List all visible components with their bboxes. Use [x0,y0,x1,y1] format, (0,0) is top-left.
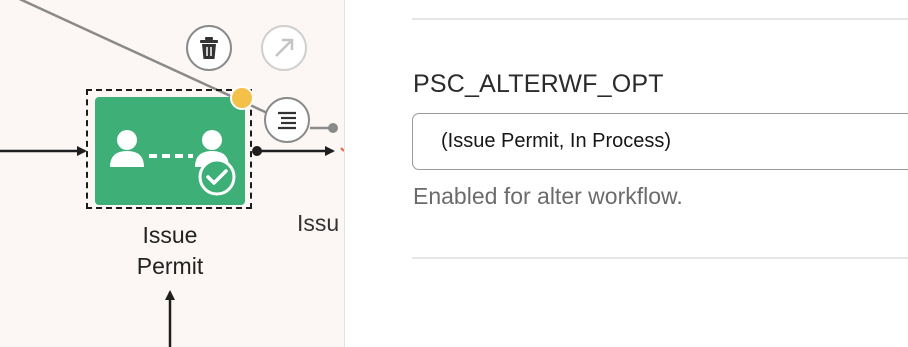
node-label-next: Issu [297,210,340,236]
list-icon [278,111,296,130]
arrow-up-right-icon [275,38,294,57]
section-divider-top [412,18,908,20]
field-help-text: Enabled for alter workflow. [413,183,683,209]
section-divider-bottom [412,257,908,259]
node-menu-button[interactable] [264,97,310,143]
trash-icon [200,37,218,59]
connect-node-button[interactable] [261,25,307,71]
select-value: (Issue Permit, In Process) [441,130,672,152]
workflow-node-issue-permit[interactable] [95,97,245,205]
alter-workflow-option-select[interactable]: (Issue Permit, In Process) [412,113,908,170]
check-circle-icon [198,158,236,196]
delete-node-button[interactable] [186,25,232,71]
status-indicator-dot [230,86,254,110]
node-label-issue-permit: Issue Permit [136,222,204,279]
workflow-canvas[interactable]: Issue Permit Issu [0,0,344,347]
field-label: PSC_ALTERWF_OPT [413,70,664,98]
panel-divider [344,0,345,347]
